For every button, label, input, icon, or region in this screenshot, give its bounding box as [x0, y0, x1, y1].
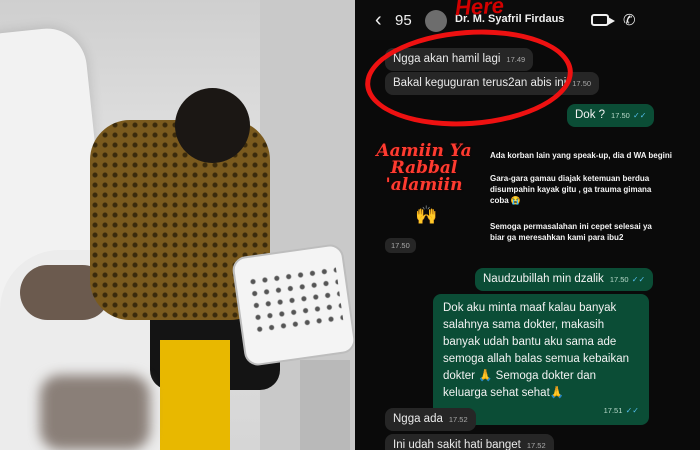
- message-time: 17.50: [385, 238, 416, 253]
- phone-icon[interactable]: ✆: [623, 11, 636, 29]
- message-text: Dok aku minta maaf kalau banyak salahnya…: [443, 302, 630, 399]
- message-time: 17.51: [603, 406, 623, 415]
- ultrasound-keyboard: [246, 264, 344, 336]
- read-ticks-icon: ✓✓: [625, 406, 639, 415]
- message-time: 17.50: [572, 79, 592, 88]
- message-bubble[interactable]: Dok aku minta maaf kalau banyak salahnya…: [433, 294, 649, 425]
- story-line-1: Ada korban lain yang speak-up, dia d WA …: [490, 151, 672, 160]
- doctor-head: [175, 88, 250, 163]
- avatar[interactable]: [425, 10, 447, 32]
- message-time: 17.50: [611, 111, 630, 120]
- chevron-left-icon[interactable]: ‹: [375, 8, 382, 32]
- message-time: 17.52: [526, 441, 546, 450]
- message-time: 17.52: [448, 415, 468, 424]
- praying-hands-icon: 🙌: [415, 205, 438, 225]
- message-bubble[interactable]: Naudzubillah min dzalik 17.50 ✓✓: [475, 268, 654, 291]
- yellow-cart: [160, 340, 230, 450]
- message-text: Naudzubillah min dzalik: [483, 273, 604, 285]
- red-scrawl-annotation: Here: [454, 0, 505, 21]
- message-text: Dok ?: [575, 109, 606, 121]
- message-bubble[interactable]: Ini udah sakit hati banget 17.52: [385, 434, 554, 450]
- equipment-stand: [300, 360, 350, 450]
- cctv-photo: [0, 0, 355, 450]
- unread-count[interactable]: 95: [395, 12, 412, 29]
- message-text: Ngga ada: [393, 413, 443, 425]
- read-ticks-icon: ✓✓: [631, 275, 646, 284]
- chat-screen: ‹ 95 Dr. M. Syafril Firdaus ✆ Here Ngga …: [355, 0, 700, 450]
- video-call-icon[interactable]: [591, 14, 615, 26]
- blurred-face: [40, 375, 150, 450]
- story-title: Aamiin Ya Rabbal 'alamiin: [376, 141, 472, 195]
- story-line-3: Semoga permasalahan ini cepet selesai ya…: [490, 222, 652, 242]
- message-bubble[interactable]: Dok ? 17.50 ✓✓: [567, 104, 655, 127]
- read-ticks-icon: ✓✓: [633, 111, 647, 120]
- story-line-2: Gara-gara gamau diajak ketemuan berdua d…: [490, 174, 652, 205]
- message-time: 17.50: [609, 275, 629, 284]
- message-bubble[interactable]: Ngga ada 17.52: [385, 408, 476, 431]
- message-text: Ini udah sakit hati banget: [393, 439, 521, 450]
